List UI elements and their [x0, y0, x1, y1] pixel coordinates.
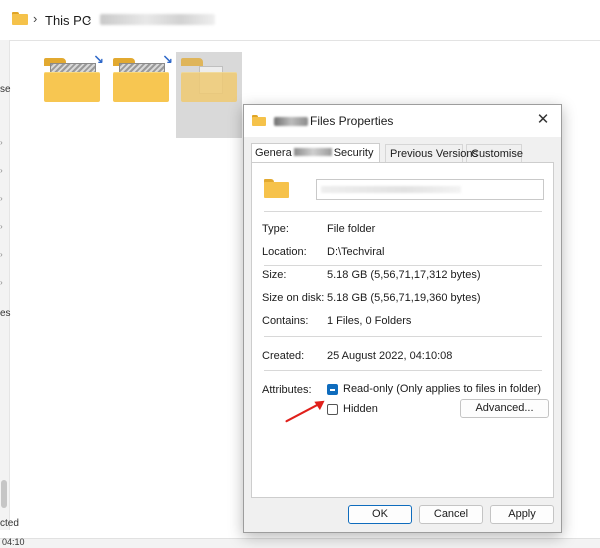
status-time: 04:10 [2, 537, 25, 547]
breadcrumb-blurred[interactable] [100, 14, 215, 25]
dialog-title-suffix: Files Properties [310, 114, 394, 128]
attributes-label: Attributes: [262, 384, 312, 396]
folder-shortcut-icon[interactable]: ↘ [113, 52, 173, 102]
folder-icon [252, 115, 266, 126]
breadcrumb-this-pc[interactable]: This PC [45, 13, 91, 28]
status-selected-text: cted [0, 518, 19, 529]
chevron-right-icon[interactable]: › [0, 138, 3, 147]
tab-customise[interactable]: Customise [466, 144, 523, 162]
size-label: Size: [262, 269, 287, 281]
divider [264, 370, 542, 371]
ok-button[interactable]: OK [348, 505, 412, 524]
created-label: Created: [262, 350, 305, 362]
blurred-tab-text [293, 148, 332, 156]
size-on-disk-value: 5.18 GB (5,56,71,19,360 bytes) [327, 292, 481, 304]
size-value: 5.18 GB (5,56,71,17,312 bytes) [327, 269, 481, 281]
navigation-pane[interactable]: se › › › › › › es [0, 40, 11, 530]
general-panel: Type: File folder Location: D:\Techviral… [251, 162, 554, 498]
folder-shortcut-icon[interactable]: ↘ [44, 52, 104, 102]
properties-dialog: Files Properties ✕ Genera Security Previo… [243, 104, 562, 533]
contains-value: 1 Files, 0 Folders [327, 315, 412, 327]
divider [264, 211, 542, 212]
type-value: File folder [327, 223, 376, 235]
advanced-button[interactable]: Advanced... [460, 399, 549, 418]
location-value: D:\Techviral [327, 246, 385, 258]
cancel-button[interactable]: Cancel [419, 505, 483, 524]
tab-general[interactable]: Genera Security [251, 143, 380, 162]
annotation-arrow-icon [285, 400, 325, 423]
chevron-right-icon[interactable]: › [0, 278, 3, 287]
chevron-right-icon[interactable]: › [0, 194, 3, 203]
hidden-label[interactable]: Hidden [343, 403, 378, 415]
shortcut-arrow-icon: ↘ [93, 52, 104, 67]
contains-label: Contains: [262, 315, 309, 327]
shortcut-arrow-icon: ↘ [162, 52, 173, 67]
dialog-titlebar[interactable]: Files Properties ✕ [244, 105, 561, 137]
size-on-disk-label: Size on disk: [262, 292, 325, 304]
chevron-right-icon[interactable]: › [0, 166, 3, 175]
address-bar[interactable]: › This PC › [0, 0, 600, 41]
folder-icon [12, 12, 28, 25]
created-value: 25 August 2022, 04:10:08 [327, 350, 453, 362]
selected-folder-icon[interactable] [181, 58, 237, 102]
close-icon[interactable]: ✕ [535, 112, 551, 128]
nav-item-fragment[interactable]: es [0, 308, 11, 319]
apply-button[interactable]: Apply [490, 505, 554, 524]
folder-name-input[interactable] [316, 179, 544, 200]
chevron-right-icon[interactable]: › [0, 222, 3, 231]
nav-item-fragment[interactable]: se [0, 84, 11, 95]
tab-general-label: Genera [255, 147, 292, 159]
readonly-checkbox[interactable] [327, 384, 338, 395]
tab-security-label[interactable]: Security [334, 147, 374, 159]
location-label: Location: [262, 246, 307, 258]
chevron-right-icon[interactable]: › [0, 250, 3, 259]
chevron-right-icon[interactable]: › [33, 11, 37, 26]
tab-previous-versions[interactable]: Previous Versions [385, 144, 478, 162]
divider [264, 336, 542, 337]
type-label: Type: [262, 223, 289, 235]
scrollbar-thumb[interactable] [1, 480, 7, 508]
blurred-folder-name [274, 117, 308, 126]
dialog-title: Files Properties [274, 114, 393, 128]
blurred-folder-name [321, 186, 461, 193]
folder-icon [264, 179, 289, 198]
readonly-label[interactable]: Read-only (Only applies to files in fold… [343, 383, 541, 395]
chevron-right-icon[interactable]: › [87, 11, 91, 26]
divider [264, 265, 542, 266]
